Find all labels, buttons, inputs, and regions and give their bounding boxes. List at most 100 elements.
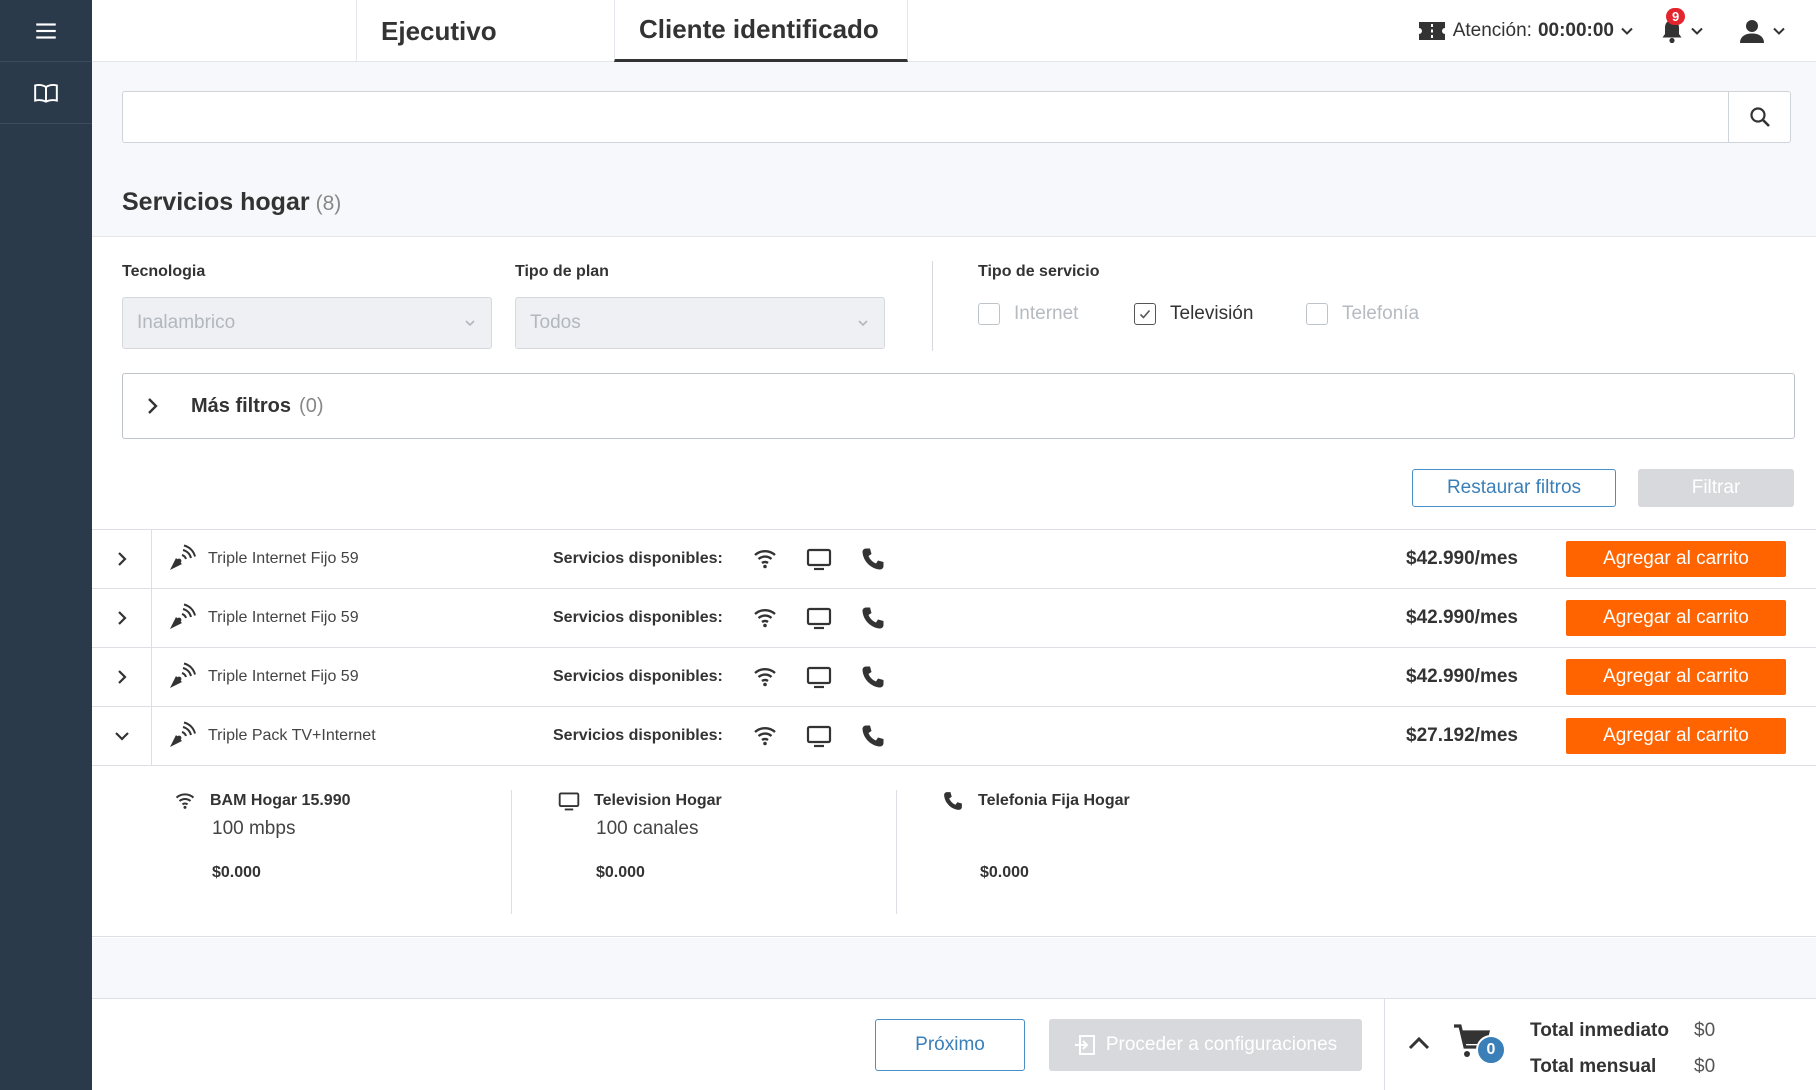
total-inmediato-label: Total inmediato bbox=[1530, 1020, 1669, 1041]
agregar-al-carrito-button[interactable]: Agregar al carrito bbox=[1566, 541, 1786, 577]
detail-item-television: Television Hogar 100 canales $0.000 bbox=[556, 790, 940, 914]
detail-subtitle: 100 mbps bbox=[212, 818, 296, 839]
chevron-down-icon bbox=[858, 320, 868, 327]
services-available-label: Servicios disponibles: bbox=[553, 668, 723, 685]
plan-detail: BAM Hogar 15.990 100 mbps $0.000 Televis… bbox=[92, 766, 1816, 937]
search-button[interactable] bbox=[1728, 92, 1790, 142]
detail-item-internet: BAM Hogar 15.990 100 mbps $0.000 bbox=[172, 790, 556, 914]
checkbox-label: Internet bbox=[1014, 303, 1079, 324]
chevron-right-icon bbox=[117, 670, 127, 684]
plan-row-expanded: Triple Pack TV+Internet Servicios dispon… bbox=[92, 707, 1816, 766]
tab-ejecutivo[interactable]: Ejecutivo bbox=[356, 0, 618, 62]
detail-title: Television Hogar bbox=[594, 792, 722, 809]
tecnologia-select[interactable]: Inalambrico bbox=[122, 297, 492, 349]
footer-divider bbox=[1384, 999, 1385, 1090]
cart-count-badge: 0 bbox=[1476, 1035, 1506, 1065]
expand-row-button[interactable] bbox=[92, 648, 152, 706]
services-available-label: Servicios disponibles: bbox=[553, 727, 723, 744]
agregar-al-carrito-button[interactable]: Agregar al carrito bbox=[1566, 659, 1786, 695]
filtrar-button[interactable]: Filtrar bbox=[1638, 469, 1794, 507]
chevron-down-icon bbox=[1621, 27, 1633, 35]
login-arrow-icon bbox=[1074, 1035, 1095, 1055]
expand-row-button[interactable] bbox=[92, 530, 152, 588]
wifi-icon bbox=[175, 793, 195, 809]
section-title-text: Servicios hogar bbox=[122, 188, 310, 216]
mas-filtros-toggle[interactable]: Más filtros (0) bbox=[122, 373, 1795, 439]
wireless-antenna-icon bbox=[170, 544, 196, 570]
attention-timer-dropdown[interactable]: Atención: 00:00:00 bbox=[1417, 19, 1634, 43]
phone-icon bbox=[862, 607, 884, 629]
services-available-label: Servicios disponibles: bbox=[553, 550, 723, 567]
proceder-label: Proceder a configuraciones bbox=[1105, 1034, 1338, 1055]
checkbox-internet[interactable]: Internet bbox=[978, 303, 1078, 325]
wifi-icon bbox=[754, 668, 776, 687]
tab-cliente-identificado[interactable]: Cliente identificado bbox=[614, 0, 908, 62]
collapse-row-button[interactable] bbox=[92, 707, 152, 765]
search-icon bbox=[1749, 107, 1770, 127]
tv-icon bbox=[558, 792, 580, 811]
tipo-servicio-label: Tipo de servicio bbox=[978, 263, 1100, 280]
chevron-down-icon bbox=[1691, 27, 1703, 35]
checkbox-box bbox=[1134, 303, 1156, 325]
hamburger-menu-icon[interactable] bbox=[0, 0, 92, 62]
proximo-button[interactable]: Próximo bbox=[875, 1019, 1025, 1071]
detail-divider bbox=[896, 790, 897, 914]
plans-list: Triple Internet Fijo 59 Servicios dispon… bbox=[92, 529, 1816, 937]
chevron-up-icon[interactable] bbox=[1404, 1029, 1434, 1059]
chevron-right-icon bbox=[148, 398, 158, 414]
detail-price: $0.000 bbox=[212, 864, 261, 881]
top-bar: Ejecutivo Cliente identificado Atención:… bbox=[92, 0, 1816, 62]
checkbox-television[interactable]: Televisión bbox=[1134, 303, 1253, 325]
tecnologia-label: Tecnologia bbox=[122, 263, 206, 280]
detail-subtitle: 100 canales bbox=[596, 818, 699, 839]
plan-row: Triple Internet Fijo 59 Servicios dispon… bbox=[92, 530, 1816, 589]
user-icon bbox=[1740, 20, 1764, 43]
mas-filtros-count: (0) bbox=[299, 394, 324, 417]
tipo-plan-select[interactable]: Todos bbox=[515, 297, 885, 349]
wifi-icon bbox=[754, 609, 776, 628]
chevron-down-icon bbox=[1773, 27, 1785, 35]
detail-price: $0.000 bbox=[980, 864, 1029, 881]
detail-divider bbox=[511, 790, 512, 914]
phone-icon bbox=[944, 792, 962, 810]
expand-row-button[interactable] bbox=[92, 589, 152, 647]
tecnologia-value: Inalambrico bbox=[137, 312, 236, 333]
detail-title: BAM Hogar 15.990 bbox=[210, 792, 351, 809]
plan-name: Triple Internet Fijo 59 bbox=[208, 609, 359, 626]
attention-label: Atención: bbox=[1452, 20, 1532, 41]
phone-icon bbox=[862, 548, 884, 570]
tv-icon bbox=[806, 725, 832, 748]
detail-subtitle bbox=[980, 818, 1324, 842]
plan-row: Triple Internet Fijo 59 Servicios dispon… bbox=[92, 648, 1816, 707]
notifications-button[interactable]: 9 bbox=[1660, 8, 1704, 44]
phone-icon bbox=[862, 666, 884, 688]
tipo-plan-value: Todos bbox=[530, 312, 581, 333]
plan-name: Triple Internet Fijo 59 bbox=[208, 668, 359, 685]
restaurar-filtros-button[interactable]: Restaurar filtros bbox=[1412, 469, 1616, 507]
plan-row: Triple Internet Fijo 59 Servicios dispon… bbox=[92, 589, 1816, 648]
notifications-badge: 9 bbox=[1666, 8, 1686, 25]
services-available-label: Servicios disponibles: bbox=[553, 609, 723, 626]
tab-label: Ejecutivo bbox=[381, 15, 497, 46]
book-open-icon[interactable] bbox=[0, 62, 92, 124]
wifi-icon bbox=[754, 550, 776, 569]
cart-button[interactable]: 0 bbox=[1452, 1021, 1508, 1071]
agregar-al-carrito-button[interactable]: Agregar al carrito bbox=[1566, 600, 1786, 636]
chevron-right-icon bbox=[117, 611, 127, 625]
checkmark-icon bbox=[1139, 309, 1151, 319]
total-inmediato-value: $0 bbox=[1694, 1020, 1716, 1041]
wireless-antenna-icon bbox=[170, 603, 196, 629]
totals: Total inmediato $0 Total mensual $0 bbox=[1530, 1013, 1715, 1085]
user-menu-button[interactable] bbox=[1738, 18, 1786, 44]
total-mensual-label: Total mensual bbox=[1530, 1056, 1657, 1077]
agregar-al-carrito-button[interactable]: Agregar al carrito bbox=[1566, 718, 1786, 754]
checkbox-telefonia[interactable]: Telefonía bbox=[1306, 303, 1419, 325]
total-mensual-value: $0 bbox=[1694, 1056, 1716, 1077]
plan-name: Triple Internet Fijo 59 bbox=[208, 550, 359, 567]
checkbox-label: Telefonía bbox=[1342, 303, 1420, 324]
attention-time: 00:00:00 bbox=[1537, 20, 1614, 41]
search-input[interactable] bbox=[123, 92, 1728, 142]
section-count: (8) bbox=[315, 192, 342, 215]
proceder-configuraciones-button[interactable]: Proceder a configuraciones bbox=[1049, 1019, 1362, 1071]
ticket-icon bbox=[1418, 22, 1445, 40]
